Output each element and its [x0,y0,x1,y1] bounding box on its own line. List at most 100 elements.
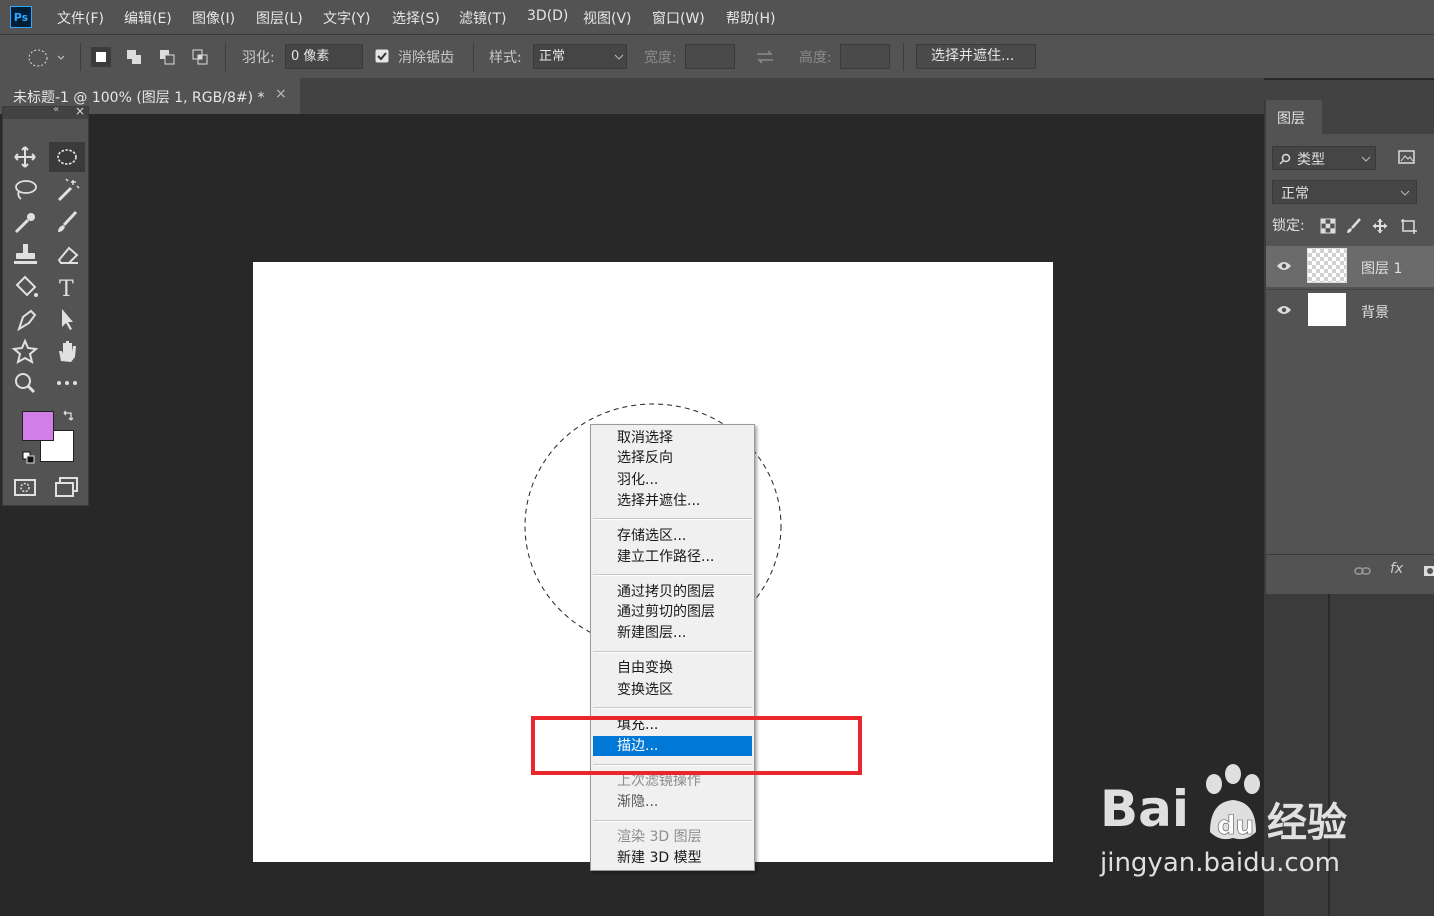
layer-name[interactable]: 背景 [1361,302,1389,322]
search-icon [1279,153,1291,165]
menu-item-save-selection[interactable]: 存储选区... [617,526,686,546]
menu-filter[interactable]: 滤镜(T) [459,8,506,28]
chevron-down-icon [1361,156,1371,162]
default-colors-icon[interactable] [22,451,36,465]
menu-item-layer-via-copy[interactable]: 通过拷贝的图层 [617,582,715,602]
tab-layers[interactable]: 图层 [1266,100,1322,134]
menu-bar: Ps 文件(F) 编辑(E) 图像(I) 图层(L) 文字(Y) 选择(S) 滤… [0,0,1434,34]
layer-thumbnail [1307,248,1347,283]
new-selection-icon[interactable] [91,47,111,67]
layer-row-layer1[interactable]: 图层 1 [1266,246,1434,287]
context-menu: 取消选择 选择反向 羽化... 选择并遮住... 存储选区... 建立工作路径.… [590,424,755,871]
menu-item-transform-selection[interactable]: 变换选区 [617,680,673,700]
lock-transparency-icon[interactable] [1320,218,1336,234]
width-input[interactable] [685,44,735,69]
menu-select[interactable]: 选择(S) [392,8,440,28]
fx-icon[interactable]: fx [1390,561,1403,577]
lasso-icon[interactable] [9,176,41,204]
type-icon[interactable]: T [51,273,83,301]
eye-icon[interactable] [1276,260,1292,272]
menu-item-make-work-path[interactable]: 建立工作路径... [617,547,714,567]
style-select[interactable]: 正常 [533,44,627,69]
lock-position-icon[interactable] [1372,218,1388,234]
panel-dock-header [1264,80,1434,100]
move-icon[interactable] [9,143,41,171]
menu-item-render-3d-layer: 渲染 3D 图层 [617,829,702,845]
tool-preset-picker[interactable] [24,47,70,69]
menu-item-feather[interactable]: 羽化... [617,470,658,490]
eyedropper-icon[interactable] [9,208,41,236]
baidu-jingyan-watermark: Bai du 经验 jingyan.baidu.com [1100,760,1400,890]
feather-label: 羽化: [242,50,275,66]
tools-panel-header[interactable]: « × [3,104,88,119]
layer-row-background[interactable]: 背景 [1266,289,1434,331]
watermark-brand-cn: 经验 [1267,800,1347,846]
menu-item-deselect[interactable]: 取消选择 [617,428,673,448]
menu-image[interactable]: 图像(I) [192,8,235,28]
image-filter-icon[interactable] [1398,149,1416,165]
more-tools-icon[interactable] [51,369,83,397]
menu-3d[interactable]: 3D(D) [527,8,568,24]
chevron-down-icon [614,54,624,60]
close-tab-icon[interactable]: × [275,86,287,102]
zoom-icon[interactable] [9,369,41,397]
eraser-icon[interactable] [51,240,83,268]
menu-item-layer-via-cut[interactable]: 通过剪切的图层 [617,602,715,622]
subtract-selection-icon[interactable] [157,47,177,67]
options-bar: 羽化: 0 像素 消除锯齿 样式: 正常 宽度: 高度: 选择并遮住... [0,34,1434,78]
magic-wand-icon[interactable] [51,176,83,204]
select-and-mask-button[interactable]: 选择并遮住... [916,44,1036,69]
swap-dimensions-icon[interactable] [755,49,775,65]
menu-item-free-transform[interactable]: 自由变换 [617,658,673,678]
menu-help[interactable]: 帮助(H) [726,8,775,28]
layer-thumbnail [1308,293,1346,326]
elliptical-marquee-icon[interactable] [51,143,83,171]
hand-icon[interactable] [51,337,83,365]
menu-layer[interactable]: 图层(L) [256,8,303,28]
width-label: 宽度: [644,50,677,66]
quick-mask-icon[interactable] [9,473,41,501]
menu-edit[interactable]: 编辑(E) [124,8,172,28]
document-tab-title: 未标题-1 @ 100% (图层 1, RGB/8#) * [13,90,265,106]
screen-mode-icon[interactable] [51,473,83,501]
tab-layers-label: 图层 [1277,111,1305,127]
menu-item-new-3d-model[interactable]: 新建 3D 模型 [617,848,702,868]
lock-artboard-icon[interactable] [1400,218,1418,234]
paint-bucket-icon[interactable] [9,273,41,301]
menu-separator [593,574,752,576]
menu-item-new-layer[interactable]: 新建图层... [617,623,686,643]
svg-text:T: T [59,277,74,301]
path-select-icon[interactable] [51,305,83,333]
feather-input[interactable]: 0 像素 [285,44,363,69]
menu-item-fade[interactable]: 渐隐... [617,792,658,812]
swap-colors-icon[interactable] [61,409,75,423]
stamp-icon[interactable] [9,240,41,268]
menu-item-select-and-mask[interactable]: 选择并遮住... [617,491,700,511]
blend-mode-select[interactable]: 正常 [1272,180,1417,204]
layer-filter-select[interactable]: 类型 [1272,146,1376,170]
menu-file[interactable]: 文件(F) [57,8,104,28]
layer-name[interactable]: 图层 1 [1361,258,1402,278]
menu-view[interactable]: 视图(V) [583,8,632,28]
add-to-selection-icon[interactable] [124,47,144,67]
link-layers-icon[interactable] [1354,565,1372,577]
lock-label: 锁定: [1272,218,1305,234]
layer-mask-icon[interactable] [1424,565,1434,577]
menu-type[interactable]: 文字(Y) [323,8,370,28]
pen-icon[interactable] [9,305,41,333]
antialias-checkbox[interactable] [375,49,389,63]
eye-icon[interactable] [1276,304,1292,316]
menu-item-select-inverse[interactable]: 选择反向 [617,448,673,468]
close-icon[interactable]: × [75,104,85,118]
lock-pixels-icon[interactable] [1346,218,1362,234]
height-input[interactable] [840,44,890,69]
layer-filter-label: 类型 [1297,152,1325,168]
menu-separator [593,651,752,653]
intersect-selection-icon[interactable] [190,47,210,67]
menu-window[interactable]: 窗口(W) [652,8,705,28]
brush-icon[interactable] [51,208,83,236]
custom-shape-icon[interactable] [9,337,41,365]
collapse-icon[interactable]: « [53,104,59,115]
layers-panel-footer: fx [1266,554,1434,589]
foreground-color-swatch[interactable] [22,411,54,441]
